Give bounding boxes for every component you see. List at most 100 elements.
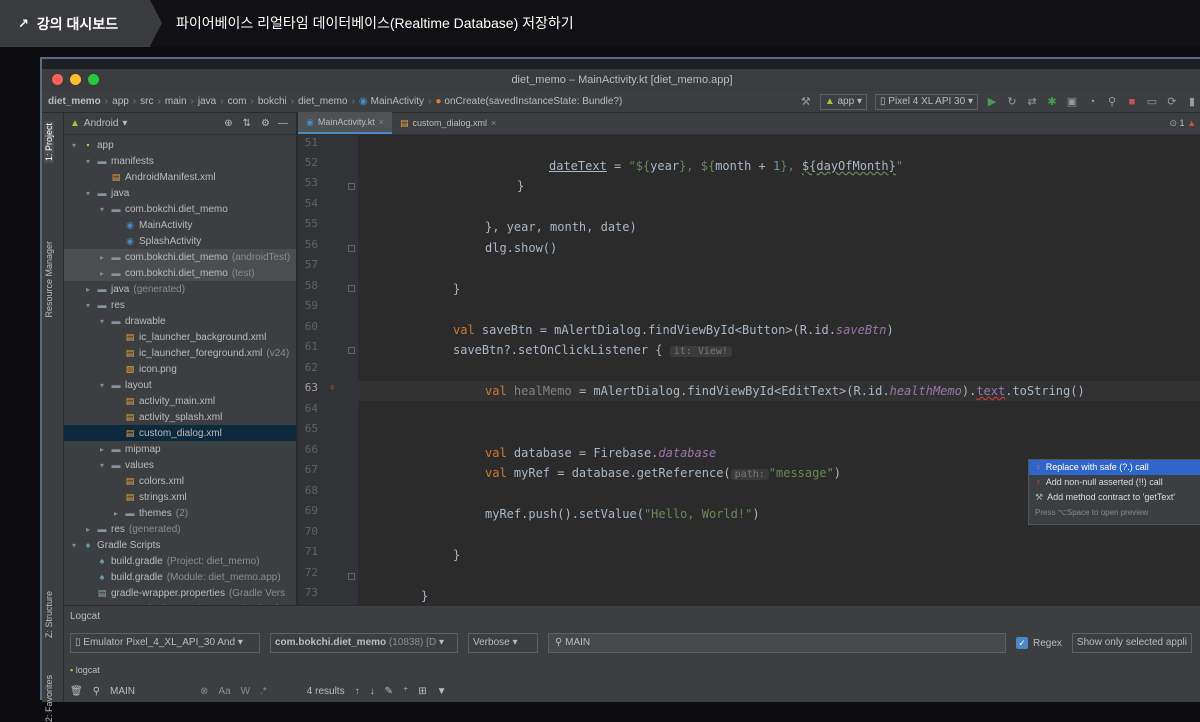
logcat-subtab[interactable]: ▪ logcat [64,660,1200,680]
apply-changes-icon[interactable]: ↻ [1006,96,1018,108]
nav-crumb[interactable]: diet_memo [48,96,101,107]
close-tab-icon[interactable]: × [379,111,384,133]
chevron-right-icon[interactable]: ▸ [100,250,110,266]
tree-item[interactable]: ♠ build.gradle (Module: diet_memo.app) [64,569,296,585]
tree-item[interactable]: ▸ ▬ com.bokchi.diet_memo (androidTest) [64,249,296,265]
tree-item[interactable]: ▾ ▬ com.bokchi.diet_memo [64,201,296,217]
intention-item[interactable]: ♀ Add non-null asserted (!!) call [1029,475,1200,490]
hide-panel-icon[interactable]: — [278,118,288,129]
trash-icon[interactable]: 🗑 [70,686,83,697]
collapse-all-icon[interactable]: ⇅ [243,118,251,129]
add-occurrence-icon[interactable]: ⁺ [403,686,408,697]
tree-item[interactable]: ▸ ▬ java (generated) [64,281,296,297]
regex-checkbox[interactable]: ✓ Regex [1016,637,1062,649]
tree-item[interactable]: ◉ SplashActivity [64,233,296,249]
words-toggle[interactable]: W [241,686,250,697]
tree-item[interactable]: ◉ MainActivity [64,217,296,233]
hammer-icon[interactable]: ⚒ [800,96,812,108]
resource-manager-tab[interactable]: Resource Manager [44,241,54,318]
tree-item[interactable]: ▤ ic_launcher_background.xml [64,329,296,345]
gear-icon[interactable]: ⚙ [261,118,270,129]
tab-main-activity[interactable]: ◉ MainActivity.kt × [298,112,392,134]
device-select[interactable]: ▯ Emulator Pixel_4_XL_API_30 And ▾ [70,633,260,653]
tree-item[interactable]: ▾ ▬ layout [64,377,296,393]
fold-marker[interactable] [348,347,355,354]
chevron-down-icon[interactable]: ▾ [86,186,96,202]
tree-item[interactable]: ▤ gradle-wrapper.properties (Gradle Vers [64,585,296,601]
tree-item[interactable]: ▸ ▬ com.bokchi.diet_memo (test) [64,265,296,281]
apply-code-changes-icon[interactable]: ⇄ [1026,96,1038,108]
tree-item[interactable]: ▾ ▬ manifests [64,153,296,169]
fold-marker[interactable] [348,245,355,252]
project-view-select[interactable]: Android [84,118,118,129]
tree-item[interactable]: ▾ ▬ values [64,457,296,473]
attach-debugger-icon[interactable]: ⚲ [1106,96,1118,108]
intention-item[interactable]: ♀ Replace with safe (?.) call [1029,460,1200,475]
chevron-right-icon[interactable]: ▸ [114,506,124,522]
profile-icon[interactable]: ◔ [1086,96,1098,108]
chevron-down-icon[interactable]: ▾ [100,458,110,474]
chevron-down-icon[interactable]: ▾ [100,202,110,218]
tree-item[interactable]: ▤ custom_dialog.xml [64,425,296,441]
tree-item[interactable]: ▧ icon.png [64,361,296,377]
regex-toggle[interactable]: .* [260,686,267,697]
favorites-tab[interactable]: 2: Favorites [44,675,54,722]
nav-crumb[interactable]: diet_memo [298,96,347,107]
chevron-right-icon[interactable]: ▸ [86,522,96,538]
log-level-select[interactable]: Verbose ▾ [468,633,538,653]
tab-custom-dialog[interactable]: ▤ custom_dialog.xml × [392,112,504,134]
tree-item[interactable]: ▤ ic_launcher_foreground.xml (v24) [64,345,296,361]
structure-tab[interactable]: Z: Structure [44,591,54,638]
tree-item[interactable]: ▤ strings.xml [64,489,296,505]
arrow-up-icon[interactable]: ↑ [355,686,360,697]
nav-crumb[interactable]: app [112,96,129,107]
tree-item[interactable]: ▤ activity_main.xml [64,393,296,409]
nav-crumb[interactable]: java [198,96,216,107]
chevron-right-icon[interactable]: ▸ [100,442,110,458]
minimize-window-button[interactable] [70,74,81,85]
lightbulb-icon[interactable]: ♀ [328,382,336,394]
tree-item[interactable]: ▾ ▪ app [64,137,296,153]
match-case-toggle[interactable]: Aa [218,686,230,697]
fold-marker[interactable] [348,183,355,190]
filter-select[interactable]: Show only selected appli [1071,633,1192,653]
tree-item[interactable]: ▤ colors.xml [64,473,296,489]
close-tab-icon[interactable]: × [491,112,496,134]
project-tool-tab[interactable]: 1: Project [44,121,54,164]
nav-crumb[interactable]: src [140,96,153,107]
chevron-right-icon[interactable]: ▸ [86,282,96,298]
inspection-widget[interactable]: ⊙ 1 ▲ [1169,112,1200,134]
stop-icon[interactable]: ■ [1126,96,1138,108]
chevron-down-icon[interactable]: ▾ [72,138,82,154]
nav-crumb[interactable]: bokchi [258,96,287,107]
tree-item[interactable]: ♠ build.gradle (Project: diet_memo) [64,553,296,569]
run-config-select[interactable]: ▲ app ▾ [819,93,867,110]
code-area[interactable]: dateText = "${year}, ${month + 1}, ${day… [358,135,1200,605]
find-input[interactable]: MAIN [110,686,190,697]
filter-icon[interactable]: ▼ [437,686,447,697]
device-select[interactable]: ▯ Pixel 4 XL API 30 ▾ [875,93,978,110]
close-window-button[interactable] [52,74,63,85]
fold-marker[interactable] [348,573,355,580]
arrow-down-icon[interactable]: ↓ [370,686,375,697]
layout-icon[interactable]: ▭ [1146,96,1158,108]
intention-item[interactable]: ⚒ Add method contract to 'getText' [1029,490,1200,505]
nav-crumb[interactable]: onCreate(savedInstanceState: Bundle?) [444,96,622,107]
tree-item[interactable]: ▤ AndroidManifest.xml [64,169,296,185]
pin-icon[interactable]: ✎ [385,686,393,697]
chevron-down-icon[interactable]: ▾ [86,298,96,314]
chevron-down-icon[interactable]: ▾ [100,378,110,394]
process-select[interactable]: com.bokchi.diet_memo (10838) [D ▾ [270,633,458,653]
sync-icon[interactable]: ⟳ [1166,96,1178,108]
debug-icon[interactable]: ✱ [1046,96,1058,108]
tree-item[interactable]: ▤ activity_splash.xml [64,409,296,425]
dashboard-link[interactable]: ↗ 강의 대시보드 [0,0,150,47]
select-all-icon[interactable]: ⊞ [418,686,426,697]
coverage-icon[interactable]: ▣ [1066,96,1078,108]
zoom-window-button[interactable] [88,74,99,85]
fold-marker[interactable] [348,285,355,292]
locate-icon[interactable]: ⊕ [224,118,232,129]
tree-item[interactable]: ▸ ▬ res (generated) [64,521,296,537]
chevron-down-icon[interactable]: ▾ [100,314,110,330]
tree-item[interactable]: ▾ ♠ Gradle Scripts [64,537,296,553]
